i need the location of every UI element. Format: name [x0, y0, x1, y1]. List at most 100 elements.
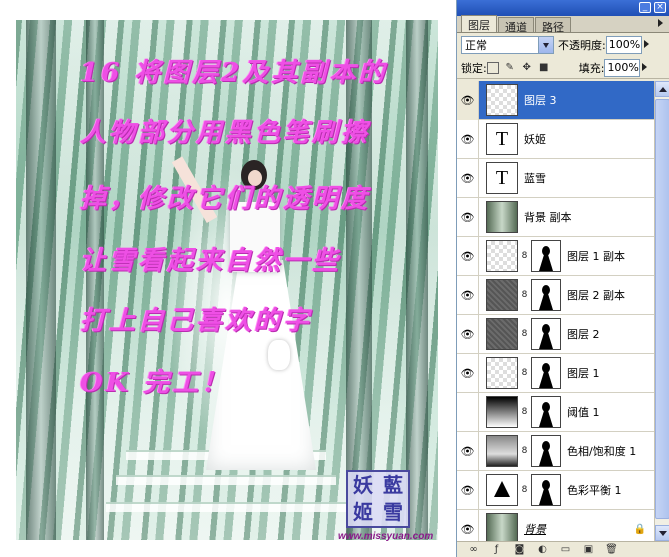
layer-row[interactable]: 👁 8 图层 1 副本 [457, 236, 654, 276]
new-layer-icon[interactable]: ▣ [582, 544, 595, 556]
chain-link-icon[interactable]: 8 [520, 446, 529, 456]
panel-title-bar[interactable]: _ × [457, 0, 669, 16]
layer-row[interactable]: 👁 背景 🔒 [457, 509, 654, 541]
fill-slider-arrow-icon[interactable] [641, 59, 649, 77]
chain-link-icon[interactable]: 8 [520, 329, 529, 339]
layer-name: 背景 [524, 523, 546, 536]
tab-layers[interactable]: 图层 [461, 15, 497, 32]
chain-link-icon[interactable]: 8 [520, 368, 529, 378]
overlay-text-line: OK 完工！ [80, 368, 231, 398]
eye-icon[interactable]: 👁 [457, 197, 479, 237]
eye-icon[interactable]: 👁 [457, 431, 479, 471]
overlay-text-line: 打上自己喜欢的字 [80, 306, 313, 336]
layer-name: 图层 2 [567, 328, 600, 341]
overlay-text-line: 掉，修改它们的透明度 [80, 184, 371, 214]
layers-scrollbar[interactable] [654, 81, 669, 541]
link-layers-icon[interactable]: ∞ [467, 544, 480, 556]
chain-link-icon[interactable]: 8 [520, 485, 529, 495]
eye-icon[interactable]: 👁 [457, 353, 479, 393]
layer-row[interactable]: 👁 背景 副本 [457, 197, 654, 237]
layer-style-icon[interactable]: ƒ [490, 544, 503, 556]
lock-row: 锁定: ✎ ✥ ■ 填充: 100% [457, 57, 669, 79]
tree-trunk [86, 20, 104, 540]
add-mask-icon[interactable]: ◙ [513, 544, 526, 556]
eye-icon[interactable]: 👁 [457, 119, 479, 159]
layer-row[interactable]: 👁 8 色相/饱和度 1 [457, 431, 654, 471]
panel-menu-icon[interactable] [658, 19, 663, 27]
layer-name: 背景 副本 [524, 211, 572, 224]
minimize-icon[interactable]: _ [639, 2, 651, 13]
layer-row[interactable]: 👁 图层 3 [457, 81, 654, 120]
opacity-slider-arrow-icon[interactable] [643, 36, 651, 54]
chain-link-icon[interactable]: 8 [520, 407, 529, 417]
eye-icon[interactable]: 👁 [457, 314, 479, 354]
blend-mode-select[interactable]: 正常 [461, 36, 554, 54]
layer-name: 蓝雪 [524, 172, 546, 185]
scroll-thumb[interactable] [655, 99, 669, 519]
chain-link-icon[interactable]: 8 [520, 251, 529, 261]
layer-row[interactable]: 👁 8 图层 1 [457, 353, 654, 393]
opacity-label: 不透明度: [558, 39, 606, 52]
lock-all-icon[interactable]: ■ [538, 62, 550, 74]
layer-row[interactable]: 👁 8 图层 2 [457, 314, 654, 354]
layer-name: 图层 3 [524, 94, 557, 107]
close-icon[interactable]: × [654, 2, 666, 13]
lock-transparency-icon[interactable] [486, 61, 499, 74]
panel-bottom-bar: ∞ ƒ ◙ ◐ ▭ ▣ 🗑 [457, 541, 669, 557]
layer-mask-thumbnail[interactable] [531, 396, 561, 428]
document-canvas[interactable]: 16 将图层2及其副本的 人物部分用黑色笔刷擦 掉，修改它们的透明度 让雪看起来… [0, 0, 456, 557]
eye-icon[interactable]: 👁 [457, 470, 479, 510]
layer-mask-thumbnail[interactable] [531, 240, 561, 272]
layer-name: 图层 1 [567, 367, 600, 380]
chevron-down-icon[interactable] [538, 37, 553, 53]
opacity-input[interactable]: 100% [605, 36, 642, 54]
layer-name: 妖姬 [524, 133, 546, 146]
overlay-text-line: 让雪看起来自然一些 [80, 246, 342, 276]
scroll-up-icon[interactable] [655, 81, 669, 97]
panel-tabs: 图层 通道 路径 [457, 15, 669, 34]
layer-mask-thumbnail[interactable] [531, 435, 561, 467]
layer-thumbnail [486, 84, 518, 116]
layer-mask-thumbnail[interactable] [531, 279, 561, 311]
layer-thumbnail [486, 240, 518, 272]
text-layer-icon: T [486, 123, 518, 155]
eye-hidden-slot[interactable] [457, 392, 479, 432]
trash-icon[interactable]: 🗑 [605, 544, 618, 556]
layer-row[interactable]: 👁 T 妖姬 [457, 119, 654, 159]
eye-icon[interactable]: 👁 [457, 81, 479, 120]
tree-trunk [346, 20, 372, 540]
scroll-down-icon[interactable] [655, 525, 669, 541]
lock-position-move-icon[interactable]: ✥ [521, 62, 533, 74]
layer-name: 色相/饱和度 1 [567, 445, 637, 458]
new-group-icon[interactable]: ▭ [559, 544, 572, 556]
fill-input[interactable]: 100% [604, 58, 641, 77]
eye-icon[interactable]: 👁 [457, 275, 479, 315]
layer-thumbnail [486, 513, 518, 541]
adjustment-layer-icon[interactable]: ◐ [536, 544, 549, 556]
eye-icon[interactable]: 👁 [457, 158, 479, 198]
chain-link-icon[interactable]: 8 [520, 290, 529, 300]
lock-pixels-brush-icon[interactable]: ✎ [504, 62, 516, 74]
tab-channels[interactable]: 通道 [498, 17, 534, 34]
layer-thumbnail [486, 201, 518, 233]
layer-mask-thumbnail[interactable] [531, 318, 561, 350]
hue-saturation-adjustment-icon [486, 435, 518, 467]
overlay-text-line: 人物部分用黑色笔刷擦 [80, 118, 371, 148]
tree-trunk [26, 20, 56, 540]
layer-row[interactable]: 👁 8 色彩平衡 1 [457, 470, 654, 510]
seal-char: 藍 [383, 473, 403, 497]
tab-paths[interactable]: 路径 [535, 17, 571, 34]
wedding-photo [16, 20, 438, 540]
layer-row[interactable]: 👁 8 图层 2 副本 [457, 275, 654, 315]
layer-row[interactable]: 👁 T 蓝雪 [457, 158, 654, 198]
layer-name: 阈值 1 [567, 406, 600, 419]
layer-mask-thumbnail[interactable] [531, 474, 561, 506]
layers-panel: _ × 图层 通道 路径 正常 不透明度: 100% 锁定: ✎ ✥ ■ 填充:… [456, 0, 669, 557]
layer-name: 图层 2 副本 [567, 289, 625, 302]
eye-icon[interactable]: 👁 [457, 509, 479, 541]
layer-thumbnail [486, 357, 518, 389]
fill-label: 填充: [578, 61, 605, 75]
layer-mask-thumbnail[interactable] [531, 357, 561, 389]
eye-icon[interactable]: 👁 [457, 236, 479, 276]
layer-row[interactable]: 8 阈值 1 [457, 392, 654, 432]
